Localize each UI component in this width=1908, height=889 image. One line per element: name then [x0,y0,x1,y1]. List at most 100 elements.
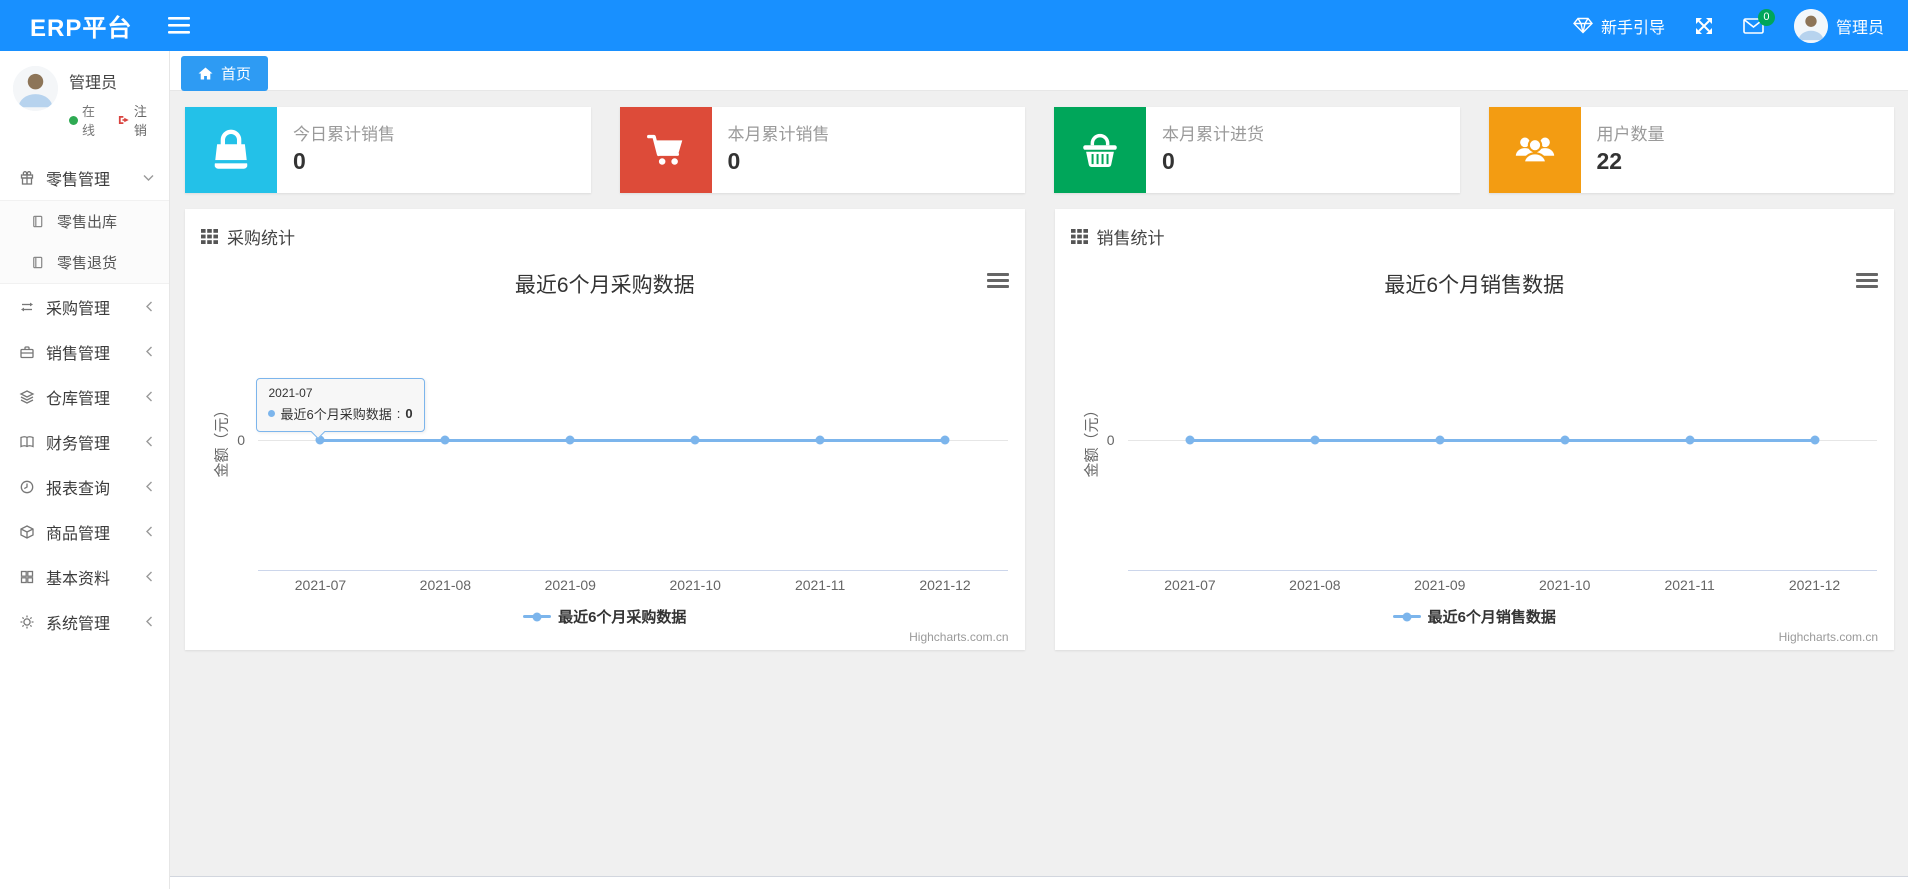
sidebar-menu: 零售管理 零售出库 零售退货 采购管理 销售管理 仓库管理 财务管理 报表查询 … [0,155,169,644]
data-point-marker[interactable] [690,435,700,445]
series-line [320,439,946,442]
data-point-marker[interactable] [1810,435,1820,445]
sidebar-item-products[interactable]: 商品管理 [0,509,169,554]
logout-link[interactable]: 注销 [118,101,159,139]
data-point-marker[interactable] [1685,435,1695,445]
sidebar-item-reports[interactable]: 报表查询 [0,464,169,509]
sidebar: 管理员 在线 注销 零售管理 零售出库 零售退货 采购管理 销售管理 仓库管理 … [0,51,170,889]
chevron-left-icon [145,481,154,492]
sidebar-item-system[interactable]: 系统管理 [0,599,169,644]
data-point-marker[interactable] [1560,435,1570,445]
sidebar-item-label: 销售管理 [46,345,111,363]
fullscreen-icon [1695,17,1713,35]
sidebar-toggle-button[interactable] [168,17,191,34]
x-axis-tick-label: 2021-12 [1788,577,1841,593]
guide-label: 新手引导 [1600,19,1665,37]
file-icon [28,214,47,229]
chevron-left-icon [145,346,154,357]
gem-icon [1573,17,1593,34]
y-axis-title: 金额（元） [1083,402,1100,478]
stat-card-label: 用户数量 [1596,125,1665,144]
x-axis-tick-label: 2021-12 [919,577,971,593]
sign-out-icon [119,115,129,125]
legend-item[interactable]: 最近6个月采购数据 [185,606,1025,627]
legend-line-marker-icon [1392,612,1421,621]
sidebar-item-label: 零售管理 [46,171,111,189]
sidebar-item-purchase[interactable]: 采购管理 [0,284,169,329]
user-avatar [13,66,58,111]
highcharts-watermark: Highcharts.com.cn [1778,630,1878,644]
avatar [1793,8,1828,43]
sidebar-item-label: 采购管理 [46,300,111,318]
data-point-marker[interactable] [1310,435,1320,445]
x-axis-tick-label: 2021-10 [669,577,721,593]
tab-home-label: 首页 [221,66,252,83]
data-point-marker[interactable] [440,435,450,445]
highcharts-watermark: Highcharts.com.cn [909,630,1009,644]
user-menu[interactable]: 管理员 [1793,8,1884,43]
x-axis-tick-label: 2021-08 [1289,577,1341,593]
stat-card-label: 本月累计进货 [1162,125,1264,144]
x-axis-tick-label: 2021-11 [1664,577,1715,593]
purchase-chart: 最近6个月采购数据 金额（元） 0 2021-07 最近6个月采购数据: 0 … [185,257,1025,650]
book-icon [17,434,36,450]
guide-link[interactable]: 新手引导 [1573,14,1665,38]
hamburger-icon [168,17,191,34]
data-point-marker[interactable] [1435,435,1445,445]
users-icon [1488,107,1581,193]
sidebar-item-label: 财务管理 [46,435,111,453]
sidebar-item-label: 商品管理 [46,525,111,543]
tab-bar: 首页 [170,51,1908,91]
stat-card-month-purchase: 本月累计进货 0 [1054,107,1460,193]
sidebar-item-retail[interactable]: 零售管理 [0,155,169,200]
data-point-marker[interactable] [815,435,825,445]
chevron-down-icon [143,173,154,182]
x-axis-tick-label: 2021-09 [1414,577,1466,593]
x-axis-line [1127,570,1877,571]
sidebar-item-finance[interactable]: 财务管理 [0,419,169,464]
app-logo: ERP平台 [30,15,133,42]
chevron-left-icon [145,616,154,627]
legend-item[interactable]: 最近6个月销售数据 [1055,606,1895,627]
stat-card-value: 0 [293,148,306,174]
username-label: 管理员 [1835,19,1884,37]
sales-stats-panel: 销售统计 最近6个月销售数据 金额（元） 0 2021-07 2021-08 202… [1054,209,1895,650]
x-axis-tick-label: 2021-11 [794,577,846,593]
clock-icon [17,479,36,495]
purchase-stats-panel: 采购统计 最近6个月采购数据 金额（元） 0 2021-07 最近6个月采购数据… [185,209,1025,650]
tooltip-value: 0 [405,406,413,421]
data-point-marker[interactable] [1185,435,1195,445]
sidebar-item-label: 基本资料 [46,570,111,588]
stat-cards-row: 今日累计销售 0 本月累计销售 0 本月累计进货 0 用户数量 22 [185,107,1894,193]
cart-icon [619,107,712,193]
chevron-left-icon [145,436,154,447]
tab-home[interactable]: 首页 [181,56,269,91]
legend-line-marker-icon [523,612,552,621]
stat-card-today-sales: 今日累计销售 0 [185,107,591,193]
sidebar-item-retail-return[interactable]: 零售退货 [0,242,169,283]
stat-card-value: 0 [1162,148,1175,174]
data-point-marker[interactable] [940,435,950,445]
file-icon [28,255,47,270]
sidebar-item-sales[interactable]: 销售管理 [0,329,169,374]
logout-label: 注销 [133,104,147,138]
chevron-left-icon [145,391,154,402]
stat-card-value: 0 [727,148,741,174]
y-axis-title: 金额（元） [213,402,231,478]
legend-label: 最近6个月销售数据 [1427,609,1556,626]
cube-icon [17,524,36,540]
fullscreen-button[interactable] [1695,17,1713,35]
sidebar-item-warehouse[interactable]: 仓库管理 [0,374,169,419]
sidebar-user-panel: 管理员 在线 注销 [0,51,169,149]
x-axis-tick-label: 2021-09 [544,577,596,593]
x-axis-tick-label: 2021-07 [294,577,347,593]
data-point-marker[interactable] [565,435,575,445]
series-dot-icon [268,410,276,417]
x-axis-tick-label: 2021-08 [419,577,472,593]
messages-button[interactable]: 0 [1743,8,1775,34]
message-count-badge: 0 [1757,8,1775,26]
tooltip-series-name: 最近6个月采购数据 [280,407,392,422]
sidebar-item-basic-data[interactable]: 基本资料 [0,554,169,599]
exchange-icon [17,299,36,315]
sidebar-item-retail-outbound[interactable]: 零售出库 [0,201,169,242]
